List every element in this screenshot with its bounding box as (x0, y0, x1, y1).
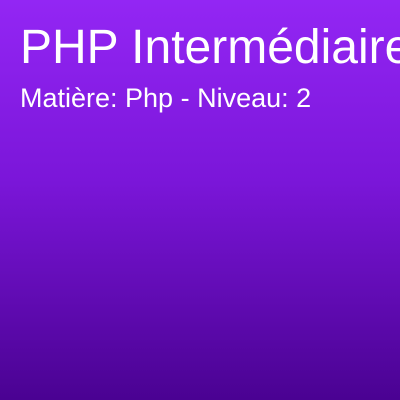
course-subtitle: Matière: Php - Niveau: 2 (20, 83, 312, 113)
course-card: PHP Intermédiaire Matière: Php - Niveau:… (0, 0, 400, 400)
course-title: PHP Intermédiaire (20, 21, 400, 74)
